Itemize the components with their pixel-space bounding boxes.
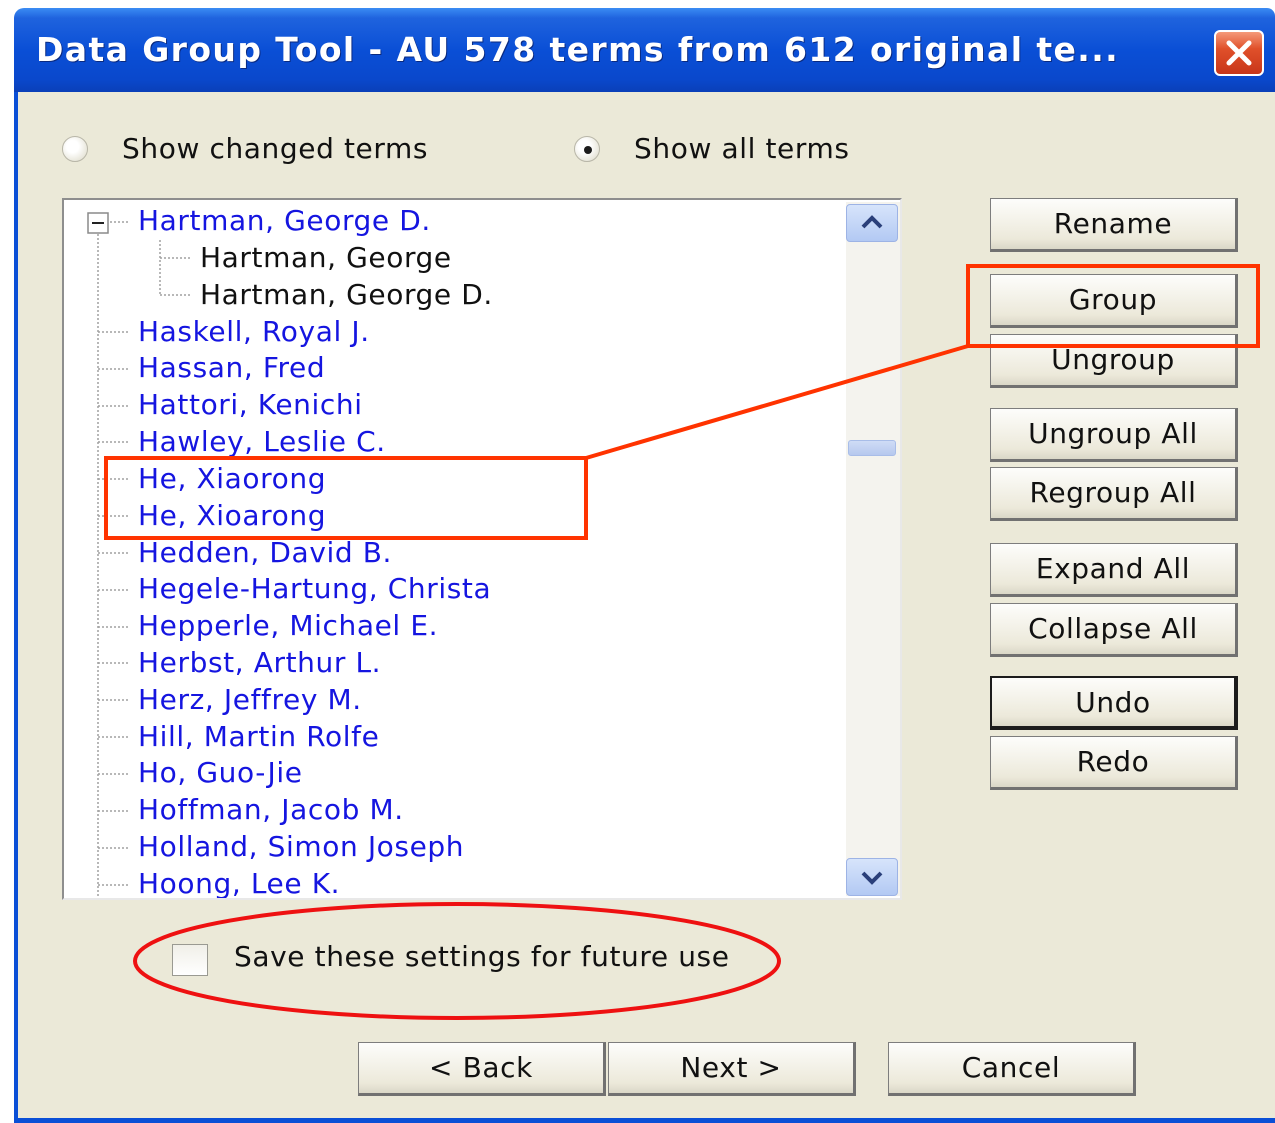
- tree-node[interactable]: Herz, Jeffrey M.: [138, 682, 362, 718]
- terms-tree-view[interactable]: Hartman, George D. Hartman, George Hartm…: [62, 198, 902, 900]
- back-button[interactable]: < Back: [358, 1042, 606, 1096]
- vertical-scrollbar[interactable]: [846, 202, 900, 896]
- tree-child-node[interactable]: Hartman, George D.: [200, 277, 493, 313]
- tree-node[interactable]: Hassan, Fred: [138, 350, 325, 386]
- collapse-toggle-icon: [87, 212, 109, 234]
- window-border: [14, 1118, 1275, 1123]
- close-button[interactable]: [1214, 30, 1264, 76]
- ungroup-all-button[interactable]: Ungroup All: [990, 408, 1238, 462]
- save-settings-label: Save these settings for future use: [234, 940, 730, 973]
- scroll-thumb[interactable]: [848, 440, 896, 456]
- tree-node[interactable]: Hegele-Hartung, Christa: [138, 571, 491, 607]
- window-title: Data Group Tool - AU 578 terms from 612 …: [36, 30, 1120, 69]
- tree-node[interactable]: Hoffman, Jacob M.: [138, 792, 404, 828]
- tree-node[interactable]: Hoong, Lee K.: [138, 866, 340, 898]
- ungroup-button[interactable]: Ungroup: [990, 334, 1238, 388]
- tree-node-he-xioarong[interactable]: He, Xioarong: [138, 498, 326, 534]
- tree-node[interactable]: Ho, Guo-Jie: [138, 755, 303, 791]
- dialog-window: Data Group Tool - AU 578 terms from 612 …: [0, 0, 1275, 1123]
- radio-button[interactable]: [62, 136, 88, 162]
- cancel-button[interactable]: Cancel: [888, 1042, 1136, 1096]
- show-all-terms-radio[interactable]: Show all terms: [574, 132, 894, 166]
- radio-label: Show changed terms: [122, 132, 429, 165]
- tree-node[interactable]: Hawley, Leslie C.: [138, 424, 386, 460]
- redo-button[interactable]: Redo: [990, 736, 1238, 790]
- tree-node-he-xiaorong[interactable]: He, Xiaorong: [138, 461, 326, 497]
- scroll-down-button[interactable]: [846, 858, 898, 896]
- tree-child-node[interactable]: Hartman, George: [200, 240, 452, 276]
- save-settings-checkbox[interactable]: [172, 944, 208, 976]
- undo-button[interactable]: Undo: [990, 676, 1238, 730]
- chevron-down-icon: [861, 871, 883, 885]
- show-changed-terms-radio[interactable]: Show changed terms: [62, 132, 482, 166]
- title-bar[interactable]: Data Group Tool - AU 578 terms from 612 …: [14, 8, 1275, 92]
- expand-all-button[interactable]: Expand All: [990, 543, 1238, 597]
- tree-node[interactable]: Hill, Martin Rolfe: [138, 719, 379, 755]
- tree-node[interactable]: Hedden, David B.: [138, 535, 392, 571]
- chevron-up-icon: [861, 215, 883, 229]
- close-x-icon: [1226, 40, 1252, 66]
- tree-node[interactable]: Haskell, Royal J.: [138, 314, 370, 350]
- tree-node[interactable]: Herbst, Arthur L.: [138, 645, 381, 681]
- radio-label: Show all terms: [634, 132, 850, 165]
- tree-node[interactable]: Holland, Simon Joseph: [138, 829, 464, 865]
- collapse-all-button[interactable]: Collapse All: [990, 603, 1238, 657]
- tree-node-hartman-george-d[interactable]: Hartman, George D.: [138, 203, 431, 239]
- next-button[interactable]: Next >: [608, 1042, 856, 1096]
- tree-node[interactable]: Hattori, Kenichi: [138, 387, 363, 423]
- scroll-up-button[interactable]: [846, 204, 898, 242]
- rename-button[interactable]: Rename: [990, 198, 1238, 252]
- tree-node[interactable]: Hepperle, Michael E.: [138, 608, 438, 644]
- regroup-all-button[interactable]: Regroup All: [990, 467, 1238, 521]
- radio-selected-dot: [584, 146, 592, 154]
- radio-button[interactable]: [574, 136, 600, 162]
- group-button[interactable]: Group: [990, 274, 1238, 328]
